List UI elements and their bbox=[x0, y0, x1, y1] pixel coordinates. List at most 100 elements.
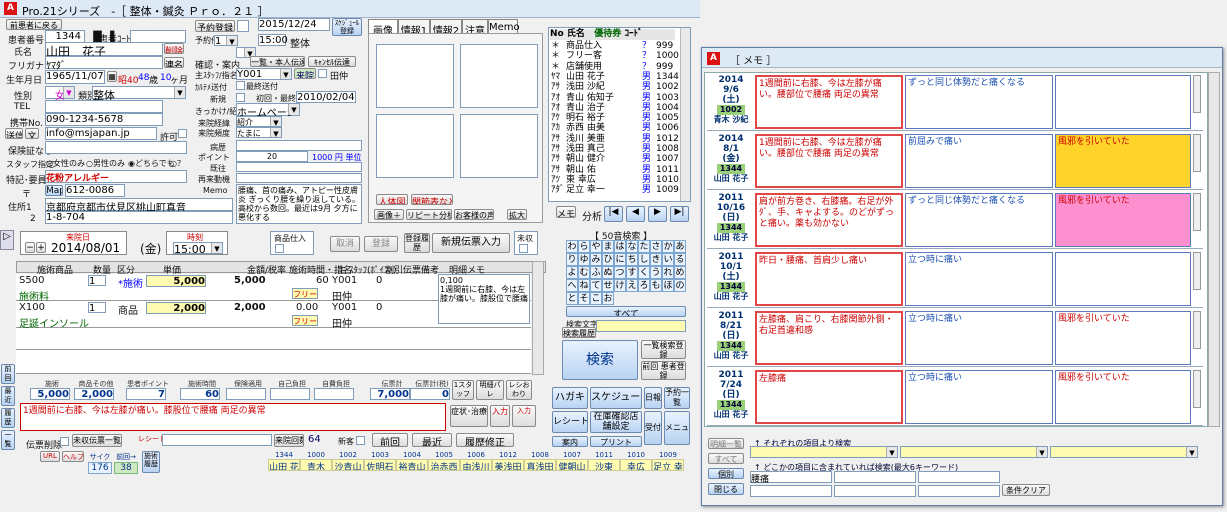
chevron-down-icon[interactable]: ▼ bbox=[270, 128, 281, 138]
sex-select[interactable]: 女 ▼ bbox=[45, 86, 75, 102]
unpaid-list-button[interactable]: 未収伝票一覧 bbox=[72, 434, 122, 447]
kana-key[interactable]: れ bbox=[662, 266, 674, 279]
chevron-down-icon[interactable] bbox=[1193, 311, 1201, 349]
type-select[interactable]: 整体 ▼ bbox=[92, 86, 186, 102]
detail-memo-field[interactable]: 0,100 1週間前に右膝、今は左膝が痛い。膝股位で腰痛 bbox=[438, 274, 530, 324]
kana-key[interactable]: み bbox=[590, 253, 602, 266]
url-button[interactable]: URL bbox=[40, 451, 60, 462]
visit-count-button[interactable]: 来院回数 bbox=[274, 434, 304, 447]
chevron-down-icon[interactable]: ▼ bbox=[174, 87, 185, 98]
date-minus-button[interactable]: − bbox=[25, 242, 35, 253]
recent-patient[interactable]: 佐明石 bbox=[364, 459, 396, 471]
opt-q[interactable]: ○？ bbox=[170, 158, 185, 169]
side-button-2[interactable]: 最近 bbox=[1, 386, 15, 406]
tab-info2[interactable]: 情報2 bbox=[430, 19, 462, 37]
memo-symptom-cell[interactable]: 左膝痛、肩こり、右膝関節外側・右足首違和感 bbox=[755, 311, 903, 365]
chevron-down-icon[interactable] bbox=[1193, 370, 1201, 408]
notes-field[interactable]: 花粉アレルギー bbox=[45, 170, 187, 184]
kana-key[interactable]: ほ bbox=[662, 279, 674, 292]
customer-voice-button[interactable]: お客様の声 bbox=[454, 209, 494, 220]
memo-row[interactable]: 2011 7/24 (日) 1344 山田 花子 左膝痛 立つ時に痛い 風邪を引いていた bbox=[707, 368, 1203, 426]
chevron-down-icon[interactable]: ▼ bbox=[280, 69, 291, 79]
kana-key[interactable]: て bbox=[590, 279, 602, 292]
prev-record-icon[interactable]: ◀ bbox=[626, 206, 645, 222]
daily-report-button[interactable]: 日報 bbox=[644, 387, 662, 409]
detail-button[interactable]: 明細パレ bbox=[476, 380, 504, 400]
kana-key[interactable]: ふ bbox=[590, 266, 602, 279]
tab-memo[interactable]: Memo bbox=[488, 19, 520, 33]
opt-male[interactable]: ○男性のみ bbox=[86, 158, 125, 169]
kana-key[interactable]: ひ bbox=[602, 253, 614, 266]
case-button[interactable]: 案内 bbox=[552, 436, 588, 447]
cart-row-empty[interactable] bbox=[16, 328, 531, 350]
latest-button[interactable]: 最近 bbox=[412, 433, 452, 447]
map-button[interactable]: Map bbox=[45, 185, 63, 196]
image-slot-4[interactable] bbox=[460, 114, 538, 178]
product-stock-checkbox[interactable] bbox=[275, 244, 284, 253]
tab-caution[interactable]: 注意 bbox=[462, 19, 488, 37]
memo-condition-cell[interactable]: 前屈みで痛い bbox=[905, 134, 1053, 188]
kana-key[interactable]: ら bbox=[578, 240, 590, 253]
recent-patient[interactable]: 幸広 bbox=[620, 459, 652, 471]
intro-select[interactable]: ホームページ ▼ bbox=[236, 103, 300, 119]
cart-row-empty[interactable] bbox=[16, 350, 531, 374]
receipt-button[interactable]: レシート bbox=[552, 411, 588, 433]
analysis-button[interactable]: 分析 bbox=[582, 208, 602, 223]
recent-patient[interactable]: 沙青山 bbox=[332, 459, 364, 471]
each-search-field-1[interactable]: ▼ bbox=[750, 446, 898, 458]
help-button[interactable]: ヘルプ bbox=[62, 451, 84, 462]
qty-select[interactable]: 1 bbox=[88, 275, 106, 287]
memo-row[interactable]: 2011 10/1 (土) 1344 山田 花子 昨日・腰痛、首肩少し痛い 立つ時に痛い bbox=[707, 250, 1203, 308]
register-button[interactable]: 登録 bbox=[364, 236, 398, 252]
new-checkbox[interactable] bbox=[236, 93, 245, 102]
all-kana-button[interactable]: すべて bbox=[566, 306, 686, 317]
last-record-icon[interactable]: ▶| bbox=[670, 206, 689, 222]
chevron-down-icon[interactable] bbox=[1193, 134, 1201, 172]
stock-check-button[interactable]: 在庫確認店舗設定 bbox=[590, 411, 642, 433]
schedule-register-button[interactable]: ｽｹｼﾞｭｰﾙ登録 bbox=[332, 18, 362, 36]
chevron-down-icon[interactable] bbox=[1193, 75, 1201, 113]
kana-key[interactable]: よ bbox=[566, 266, 578, 279]
kana-key[interactable]: ゆ bbox=[578, 253, 590, 266]
memo-row[interactable]: 2011 10/16 (日) 1344 山田 花子 肩が前方巻き、右膝痛。右足が外ﾀﾞ、手… bbox=[707, 191, 1203, 249]
symptom-button[interactable]: 症状･治療 bbox=[450, 405, 488, 427]
receipt-memo-field[interactable] bbox=[162, 434, 272, 446]
joint-table-button[interactable]: 関節表など bbox=[411, 194, 453, 205]
memo-symptom-cell[interactable]: 肩が前方巻き、右膝痛。右足が外ﾀﾞ、手、キャよする。のどがずっと痛い。薬も効かな… bbox=[755, 193, 903, 247]
body-chart-button[interactable]: 人体図 bbox=[376, 194, 408, 205]
kana-key[interactable]: る bbox=[674, 253, 686, 266]
kana-key[interactable]: か bbox=[662, 240, 674, 253]
side-button-1[interactable]: 前回 bbox=[1, 364, 15, 384]
kana-key[interactable]: し bbox=[638, 253, 650, 266]
kana-key[interactable]: え bbox=[626, 279, 638, 292]
first-date-field[interactable]: 2010/02/04 bbox=[296, 91, 356, 103]
recent-patient[interactable]: 健朝山 bbox=[556, 459, 588, 471]
memo-condition-cell[interactable]: 立つ時に痛い bbox=[905, 252, 1053, 306]
name-field[interactable]: 山田 花子 bbox=[45, 42, 163, 59]
cancel-notify-button[interactable]: ｷｬﾝｾﾙ伝達 bbox=[308, 56, 356, 67]
visit-button[interactable]: 来院 bbox=[294, 68, 316, 79]
new-slip-button[interactable]: 新規伝票入力 bbox=[432, 233, 510, 253]
memo-row[interactable]: 2011 8/21 (日) 1344 山田 花子 左膝痛、肩こり、右膝関節外側・右足首違和… bbox=[707, 309, 1203, 367]
keyword-field-4[interactable] bbox=[750, 485, 832, 497]
memo-note-cell[interactable]: 風邪を引いていた bbox=[1055, 370, 1191, 424]
each-search-field-2[interactable]: ▼ bbox=[900, 446, 1048, 458]
mail-text-button[interactable]: 文 bbox=[25, 128, 39, 139]
recent-patient[interactable]: 由浅川 bbox=[460, 459, 492, 471]
tab-image[interactable]: 画像 bbox=[368, 19, 398, 37]
kana-key[interactable]: た bbox=[638, 240, 650, 253]
recent-patient[interactable]: 美浅田 bbox=[492, 459, 524, 471]
recent-patient[interactable]: 治赤西 bbox=[428, 459, 460, 471]
cart-price[interactable]: 5,000 bbox=[146, 275, 206, 287]
memo-note-cell[interactable]: 風邪を引いていた bbox=[1055, 134, 1191, 188]
list-item[interactable]: ｱﾀﾞ 足立 幸一 男 1009 bbox=[550, 185, 679, 196]
recent-patient[interactable]: 裕青山 bbox=[396, 459, 428, 471]
kana-key[interactable]: く bbox=[638, 266, 650, 279]
reserve-date[interactable]: 2015/12/24 bbox=[258, 18, 330, 31]
chevron-down-icon[interactable]: ▼ bbox=[886, 447, 897, 457]
postcard-button[interactable]: ハガキ bbox=[552, 387, 588, 409]
kana-key[interactable]: め bbox=[674, 266, 686, 279]
visit-memo-field[interactable]: 腰痛、首の痛み、アトピー性皮膚炎 ぎっくり腰を繰り返している。高校から数回。最近… bbox=[236, 184, 362, 224]
reason-select[interactable]: 紹介 ▼ bbox=[236, 116, 282, 127]
opt-female[interactable]: ○女性のみ bbox=[46, 158, 85, 169]
